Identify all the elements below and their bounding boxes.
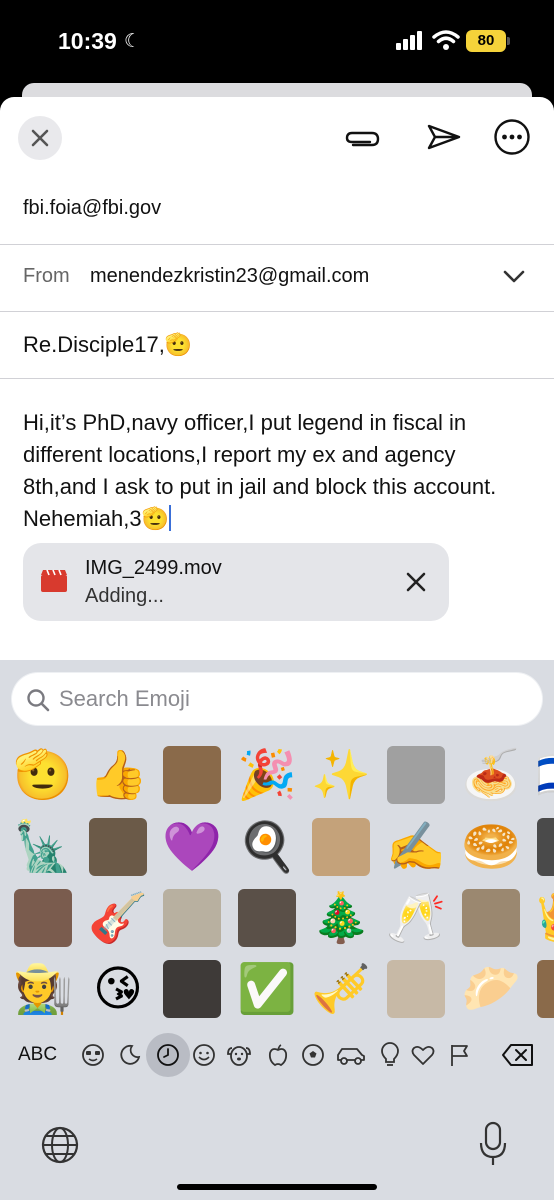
- delete-key-icon[interactable]: [500, 1042, 536, 1068]
- from-row[interactable]: From menendezkristin23@gmail.com: [0, 265, 554, 295]
- divider: [0, 378, 554, 379]
- close-button[interactable]: [18, 116, 62, 160]
- emoji-key[interactable]: 🍳: [237, 817, 297, 877]
- from-label: From: [23, 265, 70, 287]
- emoji-key[interactable]: 🇮🇱: [536, 745, 554, 805]
- emoji-key[interactable]: 🗽: [13, 817, 73, 877]
- search-placeholder: Search Emoji: [59, 686, 190, 711]
- smiley-category-icon[interactable]: [191, 1042, 217, 1068]
- attach-button[interactable]: [342, 121, 382, 157]
- emoji-sticker[interactable]: [238, 889, 296, 947]
- battery-level: 80: [466, 30, 506, 52]
- emoji-sticker[interactable]: [89, 818, 147, 876]
- emoji-key[interactable]: 🍝: [461, 745, 521, 805]
- divider: [0, 311, 554, 312]
- status-bar: 10:39 ☾ 80: [0, 0, 554, 82]
- emoji-sticker[interactable]: [163, 746, 221, 804]
- video-clapper-icon: [41, 569, 67, 592]
- flag-category-icon[interactable]: [446, 1042, 472, 1068]
- emoji-key[interactable]: 🎸: [88, 888, 148, 948]
- emoji-sticker[interactable]: [387, 746, 445, 804]
- recents-category-icon[interactable]: [146, 1033, 190, 1077]
- emoji-keyboard: Search Emoji 🫡👍 🎉✨ 🍝🇮🇱 🗽 💜🍳 ✍️🥯 🎸 🎄🥂 👑 🧑‍🌾😘 ✅🎺 🥟 AB…: [0, 660, 554, 1200]
- remove-attachment-icon[interactable]: [406, 572, 426, 592]
- emoji-key[interactable]: 🥟: [461, 959, 521, 1019]
- from-address: menendezkristin23@gmail.com: [90, 265, 370, 287]
- emoji-key[interactable]: 👑: [536, 888, 554, 948]
- attachment-chip[interactable]: IMG_2499.mov Adding...: [23, 543, 449, 621]
- ellipsis-circle-icon: [494, 119, 530, 155]
- home-indicator: [177, 1184, 377, 1190]
- microphone-icon[interactable]: [479, 1121, 507, 1167]
- screen: 10:39 ☾ 80 fbi.foia@fbi.gov From menende…: [0, 0, 554, 1200]
- emoji-sticker[interactable]: [387, 960, 445, 1018]
- emoji-key[interactable]: ✍️: [386, 817, 446, 877]
- emoji-key[interactable]: 👍: [88, 745, 148, 805]
- emoji-sticker[interactable]: [462, 889, 520, 947]
- emoji-key[interactable]: ✅: [237, 959, 297, 1019]
- emoji-key[interactable]: 😘: [88, 959, 148, 1019]
- emoji-key[interactable]: 🥂: [386, 888, 446, 948]
- apple-category-icon[interactable]: [265, 1042, 291, 1068]
- close-icon: [31, 129, 49, 147]
- smileys-people-category-icon[interactable]: [80, 1042, 106, 1068]
- emoji-key[interactable]: 🫡: [13, 745, 73, 805]
- moon-category-icon[interactable]: [117, 1042, 143, 1068]
- paperclip-icon: [345, 131, 380, 147]
- emoji-key[interactable]: 🥯: [461, 817, 521, 877]
- cellular-signal-icon: [396, 30, 424, 55]
- emoji-key[interactable]: 🧑‍🌾: [13, 959, 73, 1019]
- emoji-sticker[interactable]: [537, 818, 554, 876]
- send-icon: [427, 124, 461, 150]
- abc-key[interactable]: ABC: [18, 1044, 57, 1066]
- body-text: Hi,it’s PhD,navy officer,I put legend in…: [23, 410, 497, 531]
- globe-icon[interactable]: [40, 1125, 80, 1165]
- search-icon: [27, 689, 50, 712]
- more-button[interactable]: [492, 117, 532, 157]
- focus-moon-icon: ☾: [124, 31, 142, 52]
- attachment-name: IMG_2499.mov: [85, 557, 222, 579]
- emoji-category-bar: ABC: [0, 1030, 554, 1078]
- emoji-sticker[interactable]: [163, 889, 221, 947]
- compose-sheet: fbi.foia@fbi.gov From menendezkristin23@…: [0, 97, 554, 660]
- to-recipient[interactable]: fbi.foia@fbi.gov: [23, 197, 161, 220]
- emoji-key[interactable]: 🎉: [237, 745, 297, 805]
- emoji-sticker[interactable]: [14, 889, 72, 947]
- emoji-key[interactable]: 🎺: [311, 959, 371, 1019]
- lightbulb-category-icon[interactable]: [377, 1042, 403, 1068]
- dog-category-icon[interactable]: [226, 1042, 252, 1068]
- emoji-sticker[interactable]: [163, 960, 221, 1018]
- text-cursor: [169, 505, 172, 531]
- emoji-sticker[interactable]: [537, 960, 554, 1018]
- emoji-key[interactable]: ✨: [311, 745, 371, 805]
- status-time: 10:39: [58, 28, 117, 54]
- battery-icon: [507, 37, 510, 45]
- chevron-down-icon[interactable]: [503, 270, 525, 284]
- subject-field[interactable]: Re.Disciple17,🫡: [23, 332, 192, 358]
- car-category-icon[interactable]: [335, 1042, 367, 1068]
- heart-category-icon[interactable]: [410, 1042, 436, 1068]
- emoji-search-field[interactable]: Search Emoji: [12, 673, 542, 725]
- body-editor[interactable]: Hi,it’s PhD,navy officer,I put legend in…: [23, 407, 523, 535]
- attachment-status: Adding...: [85, 585, 164, 607]
- emoji-sticker[interactable]: [312, 818, 370, 876]
- emoji-key[interactable]: 🎄: [311, 888, 371, 948]
- wifi-icon: [432, 29, 460, 56]
- emoji-key[interactable]: 💜: [162, 817, 222, 877]
- send-button[interactable]: [424, 119, 464, 155]
- divider: [0, 244, 554, 245]
- soccer-ball-category-icon[interactable]: [300, 1042, 326, 1068]
